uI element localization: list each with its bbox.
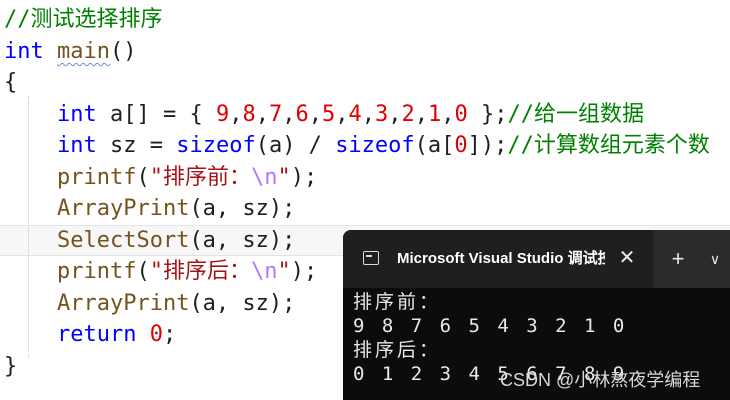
code-token: 2 <box>401 102 415 127</box>
code-token: 0 <box>454 133 468 158</box>
code-token: ArrayPrint <box>56 291 190 316</box>
code-token: int <box>56 133 97 158</box>
code-token: //计算数组元素个数 <box>507 133 710 158</box>
code-token: , <box>255 102 269 127</box>
code-line[interactable]: int a[] = { 9,8,7,6,5,4,3,2,1,0 };//给一组数… <box>4 99 644 130</box>
code-line[interactable]: return 0; <box>4 319 176 350</box>
code-token: \n <box>250 259 278 284</box>
code-token: } <box>4 354 18 379</box>
code-token: , <box>335 102 349 127</box>
watermark: CSDN @小林熬夜学编程 <box>500 370 701 390</box>
code-token: int <box>4 39 44 64</box>
code-token: (a[ <box>414 133 455 158</box>
code-token: ( <box>136 259 150 284</box>
code-token: }; <box>467 102 508 127</box>
code-token: (a, sz); <box>189 291 296 316</box>
code-token: , <box>441 102 455 127</box>
code-token: return <box>56 322 137 347</box>
console-tab[interactable]: Microsoft Visual Studio 调试控制台 ✕ <box>343 230 653 288</box>
code-line[interactable]: printf("排序前：\n"); <box>4 162 317 193</box>
code-token: 1 <box>427 102 442 127</box>
code-token: printf <box>56 165 137 190</box>
code-token: (a, sz); <box>189 196 296 221</box>
console-tab-title: Microsoft Visual Studio 调试控制台 <box>397 250 605 267</box>
code-line[interactable]: ArrayPrint(a, sz); <box>4 288 295 319</box>
code-token: , <box>414 102 428 127</box>
code-token: " <box>277 259 291 284</box>
code-token: ); <box>290 165 318 190</box>
code-line[interactable]: int sz = sizeof(a) / sizeof(a[0]);//计算数组… <box>4 130 710 161</box>
code-token: //测试选择排序 <box>4 7 163 32</box>
code-token: ; <box>162 322 177 347</box>
code-token: 0 <box>454 102 468 127</box>
code-token: "排序后： <box>149 259 251 284</box>
code-token: sizeof <box>335 133 415 158</box>
code-token: , <box>308 102 322 127</box>
new-tab-button[interactable]: + <box>665 246 691 272</box>
code-token: (a, sz); <box>189 228 296 253</box>
code-line[interactable]: SelectSort(a, sz); <box>4 225 295 256</box>
code-token: , <box>388 102 402 127</box>
code-token: ]); <box>467 133 508 158</box>
close-icon[interactable]: ✕ <box>615 246 639 270</box>
code-token: , <box>229 102 243 127</box>
code-token: 6 <box>295 102 309 127</box>
code-token: ArrayPrint <box>56 196 190 221</box>
code-token: 4 <box>348 102 362 127</box>
code-line[interactable]: { <box>4 67 17 98</box>
code-token: a[] = { <box>96 102 216 127</box>
code-line[interactable]: ArrayPrint(a, sz); <box>4 193 295 224</box>
code-token: { <box>4 70 18 95</box>
code-token: (a) / <box>255 133 336 158</box>
code-line[interactable]: printf("排序后：\n"); <box>4 256 317 287</box>
code-token: 5 <box>321 102 336 127</box>
code-line[interactable]: } <box>4 351 17 382</box>
code-token: "排序前： <box>149 165 251 190</box>
code-token: 9 <box>215 102 230 127</box>
code-token: 7 <box>268 102 283 127</box>
code-token: " <box>277 165 291 190</box>
code-token: main <box>57 39 110 64</box>
code-token: printf <box>56 259 137 284</box>
code-token: 0 <box>149 322 163 347</box>
code-token: , <box>282 102 296 127</box>
terminal-icon <box>363 251 379 265</box>
code-token: \n <box>250 165 278 190</box>
chevron-down-icon[interactable]: ∨ <box>703 246 727 272</box>
code-token: , <box>361 102 375 127</box>
console-line: 9 8 7 6 5 4 3 2 1 0 <box>353 315 628 337</box>
code-token: () <box>109 39 137 64</box>
code-line[interactable]: //测试选择排序 <box>4 4 163 35</box>
code-token: int <box>56 102 97 127</box>
console-titlebar: Microsoft Visual Studio 调试控制台 ✕ + ∨ <box>343 230 730 288</box>
code-token: ( <box>136 165 150 190</box>
code-token: 8 <box>242 102 256 127</box>
console-line: 排序前： <box>353 291 442 313</box>
code-token: sz = <box>96 133 177 158</box>
code-token: 3 <box>374 102 389 127</box>
code-token: sizeof <box>176 133 256 158</box>
code-token: //给一组数据 <box>507 102 644 127</box>
console-line: 排序后： <box>353 339 442 361</box>
code-line[interactable]: int main() <box>4 36 136 67</box>
code-token: SelectSort <box>56 228 190 253</box>
code-token: ); <box>290 259 318 284</box>
